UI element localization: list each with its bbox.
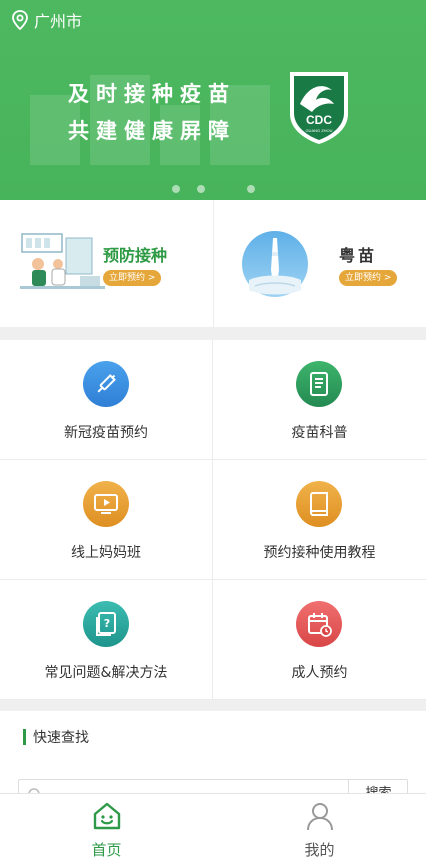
service-grid: 新冠疫苗预约 疫苗科普 线上妈妈班 预约接种使用教程 ? 常见问题&解决方法 成…	[0, 340, 426, 700]
canton-tower-illustration	[242, 231, 308, 297]
tab-mine-label: 我的	[304, 841, 335, 859]
bottom-tab-bar: 首页 我的	[0, 793, 426, 860]
book-icon	[296, 481, 342, 527]
carousel-dot[interactable]	[171, 185, 180, 193]
heading-accent-bar	[23, 729, 26, 745]
feature-book-button-yue-miao[interactable]: 立即预约 >	[339, 270, 398, 286]
feature-title-preventive: 预防接种	[103, 246, 168, 265]
service-booking-tutorial[interactable]: 预约接种使用教程	[213, 460, 426, 580]
service-label: 常见问题&解决方法	[44, 665, 168, 681]
home-icon	[93, 802, 121, 830]
tab-home-label: 首页	[91, 841, 122, 859]
service-faq[interactable]: ? 常见问题&解决方法	[0, 580, 213, 700]
quick-search-section: 快速查找 搜索	[0, 711, 426, 809]
vaccination-illustration	[20, 230, 105, 296]
service-online-mom-class[interactable]: 线上妈妈班	[0, 460, 213, 580]
tab-mine[interactable]: 我的	[213, 794, 426, 860]
service-label: 预约接种使用教程	[263, 545, 376, 561]
location-pin-icon	[12, 10, 28, 31]
quick-search-title: 快速查找	[33, 730, 89, 746]
service-covid-vaccine-booking[interactable]: 新冠疫苗预约	[0, 340, 213, 460]
carousel-dot[interactable]	[196, 185, 205, 193]
feature-book-button-preventive[interactable]: 立即预约 >	[103, 270, 162, 286]
user-icon	[307, 803, 333, 831]
feature-preventive-vaccination[interactable]: 预防接种 立即预约 >	[0, 200, 213, 327]
quick-search-heading: 快速查找	[23, 727, 89, 747]
service-label: 成人预约	[291, 665, 348, 681]
svg-text:?: ?	[104, 617, 110, 630]
banner-background-illustration	[30, 75, 270, 165]
cdc-logo-text: CDC	[306, 113, 332, 127]
feature-title-yue-miao: 粤苗	[339, 246, 378, 265]
feature-cards: 预防接种 立即预约 > 粤苗 立即预约 >	[0, 200, 426, 327]
carousel-indicators[interactable]	[0, 185, 426, 193]
service-adult-booking[interactable]: 成人预约	[213, 580, 426, 700]
calendar-icon	[296, 601, 342, 647]
question-icon: ?	[83, 601, 129, 647]
service-label: 疫苗科普	[291, 425, 348, 441]
video-play-icon	[83, 481, 129, 527]
tab-home[interactable]: 首页	[0, 794, 213, 860]
banner-carousel[interactable]: 广州市 及时接种疫苗 共建健康屏障 CDC GUANG ZHOU	[0, 0, 426, 200]
document-icon	[296, 361, 342, 407]
banner-slogan-line1: 及时接种疫苗	[68, 82, 236, 106]
carousel-dot-active[interactable]	[221, 185, 230, 193]
syringe-icon	[83, 361, 129, 407]
service-label: 新冠疫苗预约	[64, 425, 148, 441]
cdc-logo-subtext: GUANG ZHOU	[305, 128, 332, 133]
service-label: 线上妈妈班	[71, 545, 141, 561]
feature-yue-miao[interactable]: 粤苗 立即预约 >	[213, 200, 426, 327]
location-city: 广州市	[34, 12, 83, 31]
location-selector[interactable]: 广州市	[10, 8, 82, 32]
service-vaccine-education[interactable]: 疫苗科普	[213, 340, 426, 460]
banner-slogan-line2: 共建健康屏障	[68, 119, 236, 143]
carousel-dot[interactable]	[246, 185, 255, 193]
cdc-logo: CDC GUANG ZHOU	[290, 72, 348, 144]
